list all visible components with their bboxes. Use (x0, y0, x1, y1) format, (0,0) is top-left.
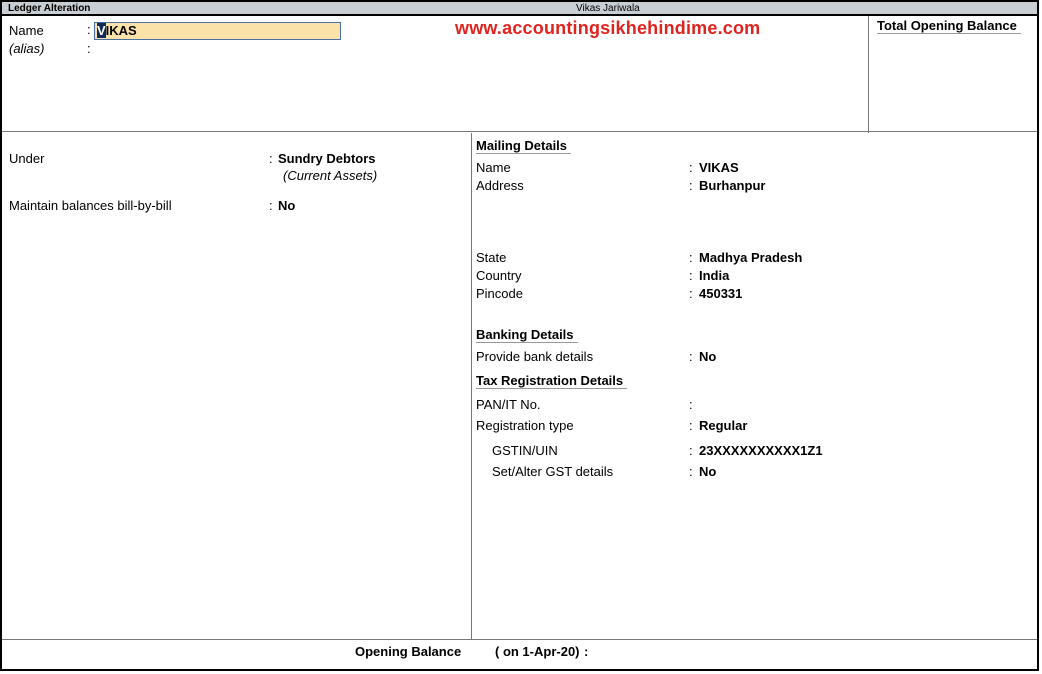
gstin-value[interactable]: 23XXXXXXXXXX1Z1 (699, 443, 823, 458)
text-cursor: V (97, 23, 106, 38)
alias-label: (alias) (9, 41, 45, 56)
name-input-value: IKAS (105, 23, 137, 38)
state-colon: : (689, 250, 693, 265)
registration-type-value[interactable]: Regular (699, 418, 747, 433)
country-label: Country (476, 268, 522, 283)
registration-type-label: Registration type (476, 418, 574, 433)
country-colon: : (689, 268, 693, 283)
bill-by-bill-colon: : (269, 198, 273, 213)
pincode-value[interactable]: 450331 (699, 286, 742, 301)
gstin-label: GSTIN/UIN (492, 443, 558, 458)
bill-by-bill-label: Maintain balances bill-by-bill (9, 198, 172, 213)
under-label: Under (9, 151, 45, 166)
address-value[interactable]: Burhanpur (699, 178, 765, 193)
pan-input[interactable] (699, 397, 849, 413)
under-value[interactable]: Sundry Debtors (278, 151, 376, 166)
state-label: State (476, 250, 507, 265)
under-colon: : (269, 151, 273, 166)
opening-balance-label: Opening Balance (355, 644, 462, 659)
gstin-colon: : (689, 443, 693, 458)
address-colon: : (689, 178, 693, 193)
country-value[interactable]: India (699, 268, 729, 283)
mailing-name-value[interactable]: VIKAS (699, 160, 739, 175)
alias-colon: : (87, 41, 91, 56)
pan-label: PAN/IT No. (476, 397, 541, 412)
name-colon: : (87, 22, 91, 37)
alias-input[interactable] (94, 41, 339, 57)
banking-details-heading: Banking Details (476, 327, 578, 343)
column-divider (471, 133, 472, 640)
opening-balance-colon: : (584, 644, 589, 659)
registration-type-colon: : (689, 418, 693, 433)
watermark-url: www.accountingsikhehindime.com (455, 18, 761, 38)
pan-colon: : (689, 397, 693, 412)
company-name: Vikas Jariwala (576, 3, 640, 14)
tax-registration-heading: Tax Registration Details (476, 373, 628, 389)
address-label: Address (476, 178, 524, 193)
opening-balance-title: Total Opening Balance (877, 18, 1021, 34)
bank-details-label: Provide bank details (476, 349, 594, 364)
opening-balance-input[interactable] (597, 643, 797, 661)
ledger-alteration-window: Ledger Alteration Vikas Jariwala Name : … (0, 0, 1039, 671)
pincode-colon: : (689, 286, 693, 301)
state-value[interactable]: Madhya Pradesh (699, 250, 802, 265)
opening-balance-date: ( on 1-Apr-20) (495, 644, 580, 659)
title-bar: Ledger Alteration Vikas Jariwala (2, 2, 1037, 16)
opening-balance-panel: Total Opening Balance (868, 16, 1038, 133)
bank-details-colon: : (689, 349, 693, 364)
mailing-name-colon: : (689, 160, 693, 175)
name-label: Name (9, 23, 44, 38)
set-alter-gst-colon: : (689, 464, 693, 479)
under-group-parent: (Current Assets) (283, 168, 378, 183)
mailing-name-label: Name (476, 160, 511, 175)
bill-by-bill-value[interactable]: No (278, 198, 295, 213)
pincode-label: Pincode (476, 286, 523, 301)
name-input[interactable]: VIKAS (94, 22, 341, 40)
set-alter-gst-value[interactable]: No (699, 464, 716, 479)
bank-details-value[interactable]: No (699, 349, 716, 364)
mailing-details-heading: Mailing Details (476, 138, 572, 154)
set-alter-gst-label: Set/Alter GST details (492, 464, 614, 479)
screen-title: Ledger Alteration (8, 3, 91, 14)
